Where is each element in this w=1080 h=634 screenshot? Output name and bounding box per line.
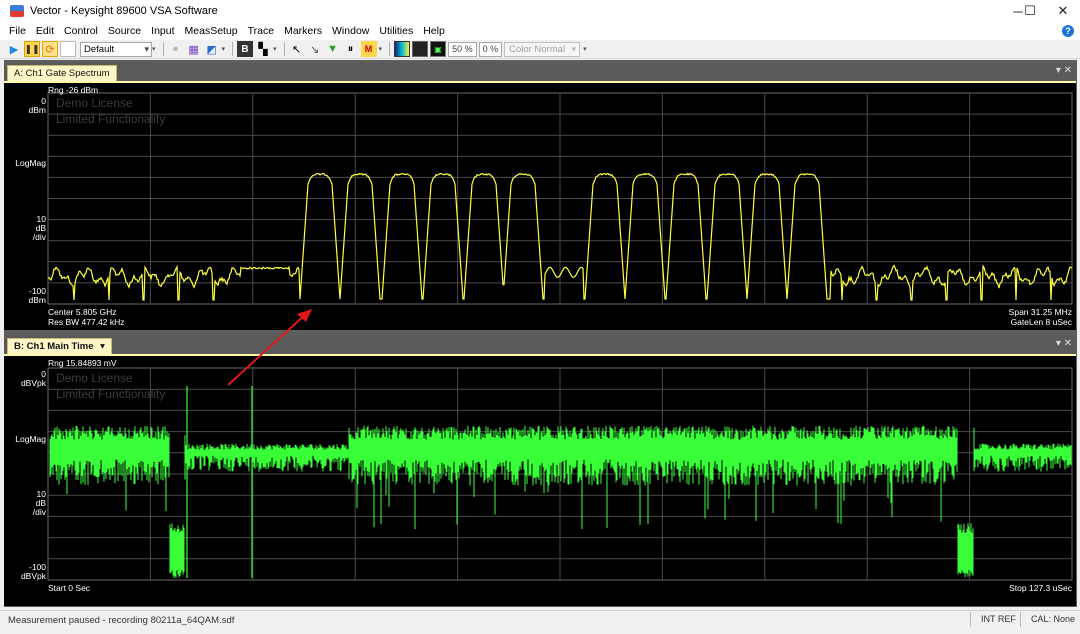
spectrogram-icon[interactable] — [394, 41, 411, 57]
help-icon[interactable]: ? — [1062, 25, 1074, 37]
range-label[interactable]: Rng -26 dBm — [48, 86, 98, 95]
menu-utilities[interactable]: Utilities — [374, 22, 418, 40]
bottom-level-unit: dBm — [28, 295, 46, 305]
menu-meassetup[interactable]: MeasSetup — [180, 22, 243, 40]
toolbar-separator — [162, 42, 164, 56]
menu-control[interactable]: Control — [59, 22, 103, 40]
toolbar: ▶ ❚❚ ⟳ Default ▾ ● ▦ ◩ ▾ B ▚ ▾ ↖ ↘ ▼ ⏸ M… — [0, 40, 1080, 59]
menu-help[interactable]: Help — [418, 22, 450, 40]
calibration-status[interactable]: CAL: None — [1020, 612, 1078, 627]
resolution-bandwidth[interactable]: Res BW 477.42 kHz — [48, 318, 125, 327]
toolbar-overflow-icon[interactable]: ▾ — [273, 45, 277, 53]
bold-trace-icon[interactable]: B — [237, 41, 254, 57]
scale-per-div: /div — [32, 232, 46, 242]
window-title: Vector - Keysight 89600 VSA Software — [30, 5, 218, 17]
pane-b-window-controls[interactable]: ▾ ✕ — [1056, 338, 1072, 349]
trace-format-label[interactable]: LogMag — [4, 159, 46, 168]
record-icon[interactable]: ● — [168, 41, 184, 57]
marker-icon[interactable]: ▼ — [325, 41, 341, 57]
gate-length[interactable]: GateLen 8 uSec — [1011, 318, 1072, 327]
maximize-button[interactable]: ☐ — [1013, 0, 1047, 22]
pane-a-display[interactable]: Rng -26 dBm 0 dBm LogMag 10 dB /div -100… — [4, 81, 1076, 330]
restart-icon[interactable]: ⟳ — [42, 41, 58, 57]
menu-input[interactable]: Input — [146, 22, 179, 40]
pane-gate-spectrum: A: Ch1 Gate Spectrum ▾ ✕ Rng -26 dBm 0 d… — [4, 63, 1076, 330]
marker-search-icon[interactable]: M — [360, 41, 377, 57]
reference-status[interactable]: INT REF — [970, 612, 1020, 627]
menu-source[interactable]: Source — [103, 22, 146, 40]
play-icon[interactable]: ▶ — [6, 41, 22, 57]
single-icon[interactable] — [60, 41, 76, 57]
toolbar-separator — [232, 42, 234, 56]
grid-layout-icon[interactable]: ▚ — [255, 41, 271, 57]
trace-format-label[interactable]: LogMag — [4, 435, 46, 444]
tab-label: B: Ch1 Main Time — [14, 341, 94, 352]
limited-functionality-watermark: Limited Functionality — [56, 112, 166, 126]
stop-time[interactable]: Stop 127.3 uSec — [1009, 584, 1072, 593]
toolbar-separator — [389, 42, 391, 56]
layout-select[interactable]: Default — [80, 41, 152, 57]
menu-window[interactable]: Window — [327, 22, 374, 40]
source-icon[interactable]: ▦ — [186, 41, 202, 57]
range-label[interactable]: Rng 15.84893 mV — [48, 359, 117, 368]
ref-level-unit: dBVpk — [20, 378, 46, 388]
tab-dropdown-icon[interactable]: ▾ — [100, 341, 105, 352]
status-message: Measurement paused - recording 80211a_64… — [8, 615, 235, 626]
persistence-percent-a[interactable]: 50 % — [448, 41, 477, 57]
span[interactable]: Span 31.25 MHz — [1009, 308, 1072, 317]
peak-marker-icon[interactable]: ⏸ — [343, 41, 359, 57]
color-scheme-select[interactable]: Color Normal — [504, 41, 581, 57]
menu-edit[interactable]: Edit — [31, 22, 59, 40]
bottom-level-unit: dBVpk — [20, 571, 46, 581]
toolbar-overflow-icon[interactable]: ▾ — [152, 45, 156, 53]
input-icon[interactable]: ◩ — [204, 41, 220, 57]
menu-file[interactable]: File — [4, 22, 31, 40]
toolbar-overflow-icon[interactable]: ▾ — [222, 45, 226, 53]
menu-markers[interactable]: Markers — [279, 22, 327, 40]
start-time[interactable]: Start 0 Sec — [48, 584, 90, 593]
pane-main-time: B: Ch1 Main Time ▾ ▾ ✕ Rng 15.84893 mV 0… — [4, 336, 1076, 606]
pane-a-window-controls[interactable]: ▾ ✕ — [1056, 65, 1072, 76]
zoom-pointer-icon[interactable]: ↘ — [307, 41, 323, 57]
tab-ch1-gate-spectrum[interactable]: A: Ch1 Gate Spectrum — [7, 65, 117, 81]
center-frequency[interactable]: Center 5.805 GHz — [48, 308, 117, 317]
persistence-icon[interactable]: ▣ — [430, 41, 447, 57]
title-bar: Vector - Keysight 89600 VSA Software ─ ☐… — [0, 0, 1080, 22]
tab-ch1-main-time[interactable]: B: Ch1 Main Time ▾ — [7, 338, 112, 354]
toolbar-overflow-icon[interactable]: ▾ — [583, 45, 587, 53]
app-icon — [10, 5, 24, 17]
pane-b-display[interactable]: Rng 15.84893 mV 0 dBVpk LogMag 10 dB /di… — [4, 354, 1076, 606]
scale-per-div: /div — [32, 507, 46, 517]
close-button[interactable]: ✕ — [1046, 0, 1080, 22]
demo-license-watermark: Demo License — [56, 371, 133, 385]
pointer-icon[interactable]: ↖ — [289, 41, 305, 57]
persistence-percent-b[interactable]: 0 % — [478, 41, 503, 57]
menu-bar: File Edit Control Source Input MeasSetup… — [0, 22, 1080, 40]
demo-license-watermark: Demo License — [56, 96, 133, 110]
menu-trace[interactable]: Trace — [243, 22, 279, 40]
limited-functionality-watermark: Limited Functionality — [56, 387, 166, 401]
toolbar-separator — [283, 42, 285, 56]
ref-level-unit: dBm — [28, 105, 46, 115]
toolbar-overflow-icon[interactable]: ▾ — [379, 45, 383, 53]
status-bar: Measurement paused - recording 80211a_64… — [0, 610, 1080, 628]
pause-icon[interactable]: ❚❚ — [24, 41, 40, 57]
density-icon[interactable] — [412, 41, 429, 57]
pane-a-tab-bar: A: Ch1 Gate Spectrum ▾ ✕ — [4, 63, 1076, 81]
pane-b-tab-bar: B: Ch1 Main Time ▾ ▾ ✕ — [4, 336, 1076, 354]
